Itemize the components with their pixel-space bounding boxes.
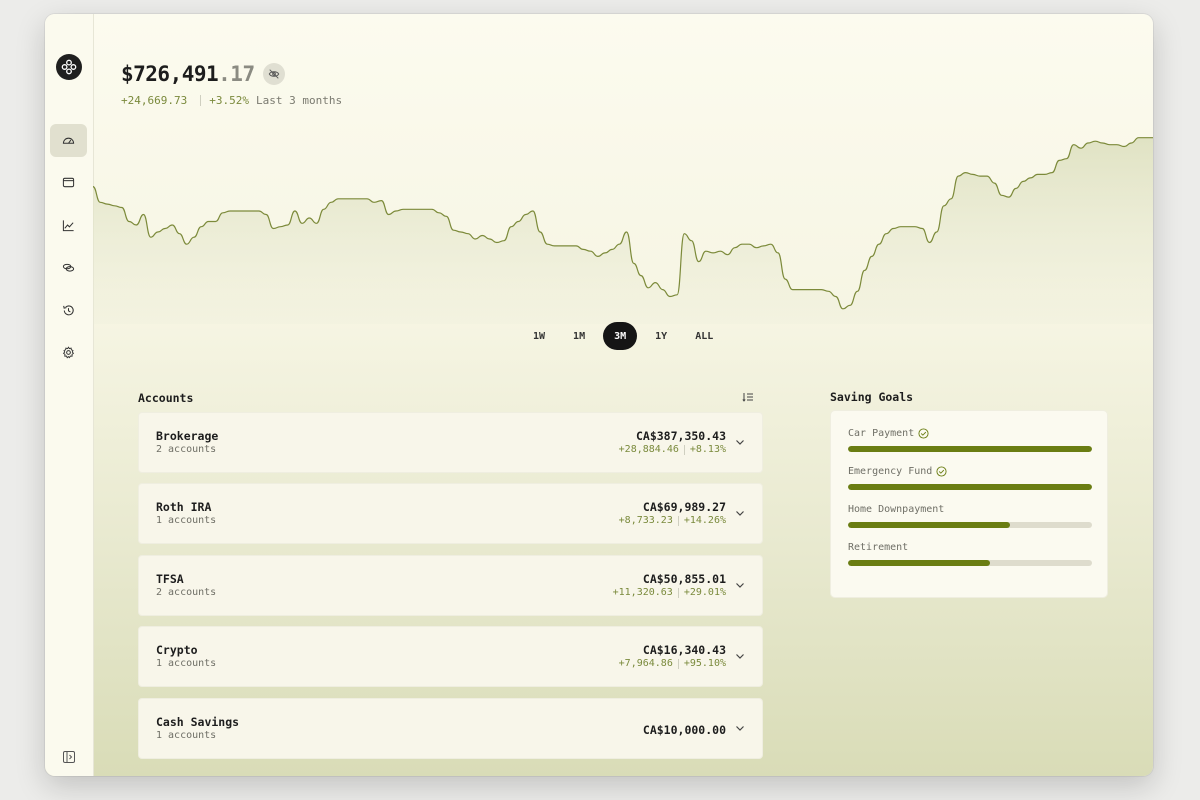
account-name: Brokerage [156, 429, 219, 443]
divider [200, 95, 202, 106]
goal-label: Retirement [848, 542, 909, 553]
app-window: $726,491 .17 +24,669.73 +3.52% Last 3 mo… [45, 14, 1153, 776]
total-balance: $726,491 [121, 62, 219, 86]
range-1m[interactable]: 1M [563, 322, 595, 350]
time-range-selector: 1W 1M 3M 1Y ALL [523, 322, 723, 350]
account-card-crypto[interactable]: Crypto 1 accounts CA$16,340.43 +7,964.86… [138, 626, 763, 687]
sidebar-item-dashboard[interactable] [50, 124, 87, 157]
account-count: 1 accounts [156, 730, 217, 741]
change-amount: +24,669.73 [121, 94, 188, 107]
account-card-brokerage[interactable]: Brokerage 2 accounts CA$387,350.43 +28,8… [138, 412, 763, 473]
goal-emergency-fund[interactable]: Emergency Fund [848, 466, 1092, 490]
gear-icon [62, 346, 75, 359]
sidebar-item-holdings[interactable] [50, 251, 87, 284]
account-amount: CA$50,855.01 [642, 572, 726, 586]
account-change-amount: +11,320.63 [612, 587, 673, 598]
sidebar-item-accounts[interactable] [50, 166, 87, 199]
balance-chart[interactable] [93, 134, 1153, 324]
account-change-amount: +8,733.23 [618, 515, 673, 526]
account-card-roth-ira[interactable]: Roth IRA 1 accounts CA$69,989.27 +8,733.… [138, 483, 763, 544]
hide-balance-button[interactable] [262, 63, 285, 85]
account-change: +11,320.63 +29.01% [613, 587, 726, 598]
account-change-percent: +14.26% [683, 515, 726, 526]
app-logo-icon[interactable] [56, 54, 82, 80]
gauge-icon [62, 137, 75, 144]
account-card-cash-savings[interactable]: Cash Savings 1 accounts CA$10,000.00 [138, 698, 763, 759]
chevron-down-icon[interactable] [735, 437, 745, 447]
range-1w[interactable]: 1W [523, 322, 555, 350]
wallet-icon [62, 177, 75, 188]
account-count: 1 accounts [156, 658, 217, 669]
goal-retirement[interactable]: Retirement [848, 542, 1092, 566]
goal-label: Car Payment [848, 428, 915, 439]
account-name: Crypto [156, 643, 198, 657]
goal-progress-bar [848, 522, 1092, 528]
history-icon [63, 305, 74, 316]
range-all[interactable]: ALL [685, 322, 723, 350]
account-change: +28,884.46 +8.13% [619, 444, 726, 455]
saving-goals-title: Saving Goals [830, 390, 914, 404]
chevron-down-icon[interactable] [735, 508, 745, 518]
account-change: +8,733.23 +14.26% [619, 515, 726, 526]
account-change-percent: +95.10% [683, 658, 726, 669]
account-name: TFSA [156, 572, 184, 586]
account-count: 2 accounts [156, 587, 217, 598]
goal-home-downpayment[interactable]: Home Downpayment [848, 504, 1092, 528]
chart-area [93, 137, 1153, 324]
coins-icon [62, 263, 75, 272]
goal-progress-bar [848, 560, 1092, 566]
chevron-down-icon[interactable] [735, 580, 745, 590]
saving-goals-panel: Car Payment Emergency Fund Home Downpaym… [830, 410, 1108, 598]
account-amount: CA$387,350.43 [635, 429, 726, 443]
goal-progress-fill [848, 484, 1092, 490]
total-balance-cents: .17 [218, 62, 255, 86]
sidebar [45, 14, 94, 776]
sidebar-item-history[interactable] [50, 294, 87, 327]
account-change: +7,964.86 +95.10% [619, 658, 726, 669]
account-change-amount: +7,964.86 [618, 658, 673, 669]
sidebar-item-activity[interactable] [50, 209, 87, 242]
change-percent: +3.52% [209, 94, 249, 107]
check-circle-icon [918, 428, 929, 439]
goal-progress-fill [848, 522, 1011, 528]
accounts-title: Accounts [138, 391, 194, 405]
sidebar-item-settings[interactable] [50, 336, 87, 369]
goal-progress-bar [848, 484, 1092, 490]
eye-off-icon [268, 69, 279, 79]
account-amount: CA$10,000.00 [642, 723, 726, 737]
period-label: Last 3 months [255, 94, 343, 107]
account-name: Cash Savings [156, 715, 240, 729]
goal-label: Emergency Fund [848, 466, 933, 477]
chevron-down-icon[interactable] [735, 651, 745, 661]
account-change-percent: +29.01% [683, 587, 726, 598]
sort-icon[interactable] [742, 391, 754, 403]
account-count: 2 accounts [156, 444, 217, 455]
account-card-tfsa[interactable]: TFSA 2 accounts CA$50,855.01 +11,320.63 … [138, 555, 763, 616]
account-count: 1 accounts [156, 515, 217, 526]
goal-car-payment[interactable]: Car Payment [848, 428, 1092, 452]
range-1y[interactable]: 1Y [645, 322, 677, 350]
trend-chart-icon [62, 220, 74, 232]
account-change-amount: +28,884.46 [618, 444, 679, 455]
account-amount: CA$69,989.27 [642, 500, 726, 514]
goal-label: Home Downpayment [848, 504, 945, 515]
account-amount: CA$16,340.43 [642, 643, 726, 657]
goal-progress-bar [848, 446, 1092, 452]
chevron-down-icon[interactable] [735, 723, 745, 733]
range-3m[interactable]: 3M [603, 322, 638, 350]
sidebar-toggle-icon[interactable] [62, 750, 76, 764]
goal-progress-fill [848, 560, 990, 566]
portfolio-header: $726,491 .17 +24,669.73 +3.52% Last 3 mo… [121, 62, 342, 107]
check-circle-icon [936, 466, 947, 477]
account-name: Roth IRA [156, 500, 212, 514]
goal-progress-fill [848, 446, 1092, 452]
account-change-percent: +8.13% [689, 444, 726, 455]
